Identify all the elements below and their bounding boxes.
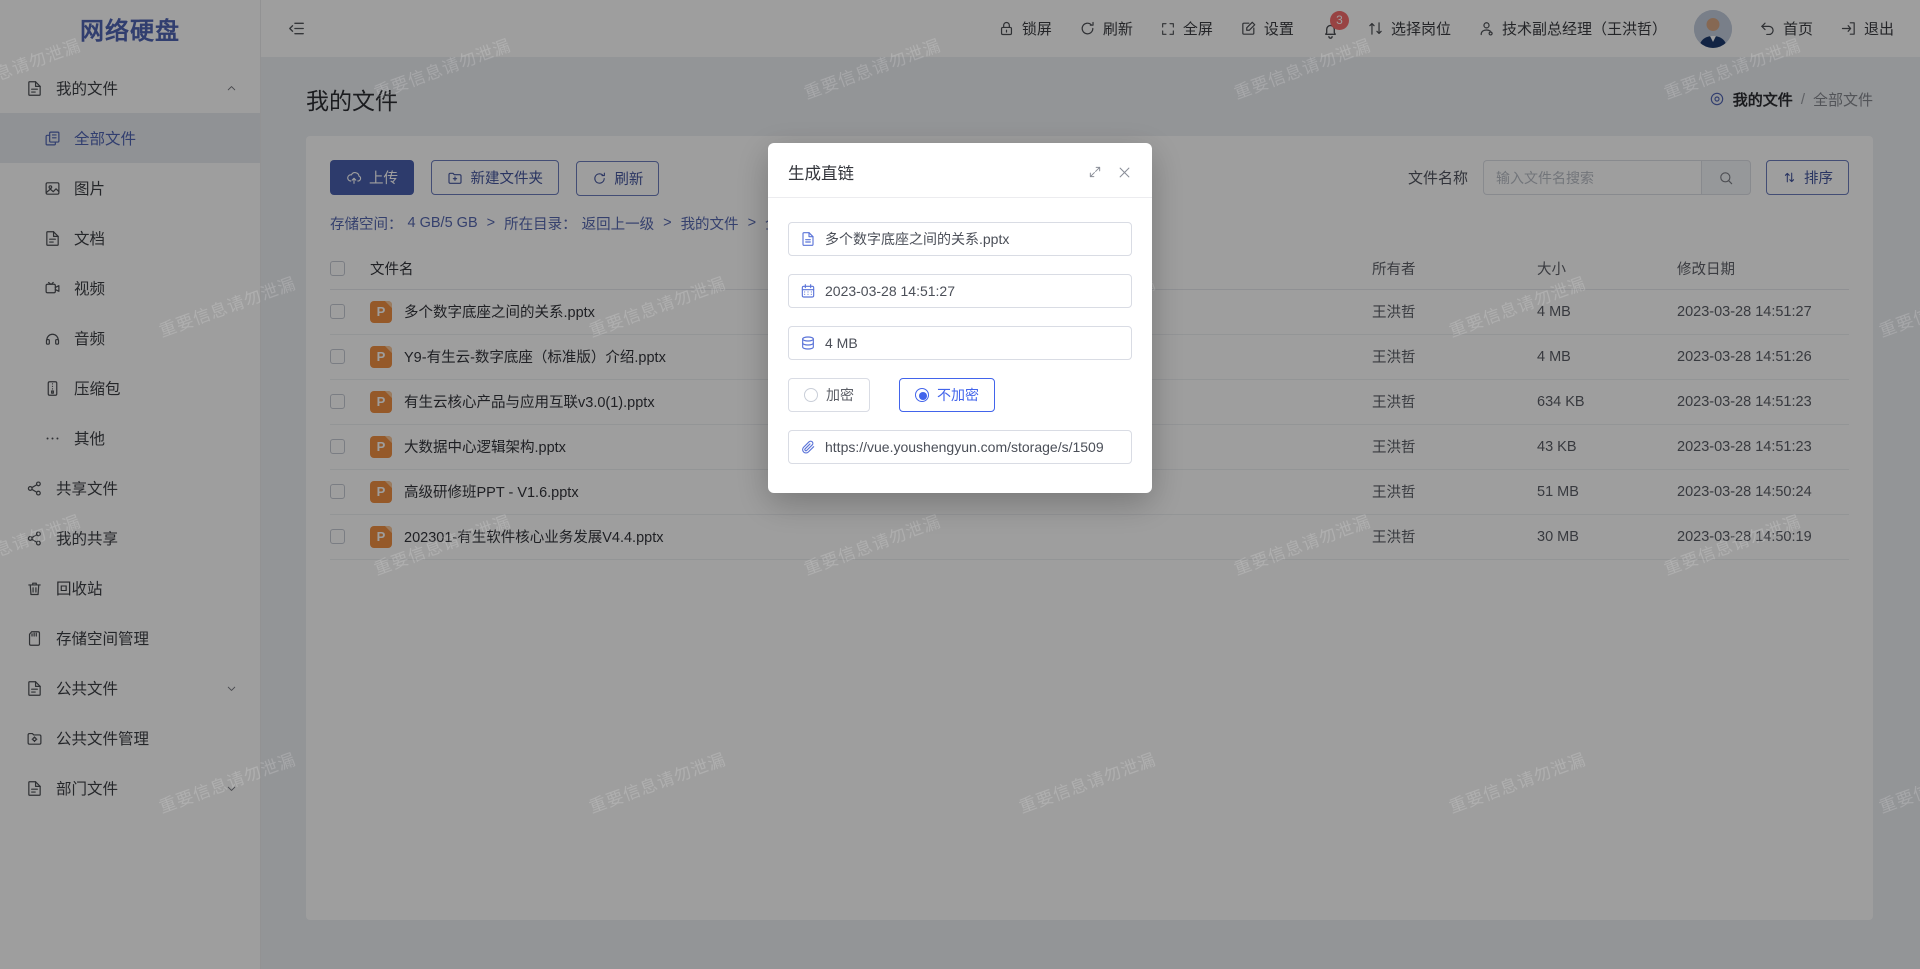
no-encrypt-label: 不加密 bbox=[937, 385, 979, 405]
maximize-icon[interactable] bbox=[1088, 165, 1102, 179]
direct-link-field[interactable]: https://vue.youshengyun.com/storage/s/15… bbox=[788, 430, 1132, 464]
close-icon[interactable] bbox=[1117, 165, 1132, 180]
direct-link-value: https://vue.youshengyun.com/storage/s/15… bbox=[825, 439, 1104, 455]
dialog-title: 生成直链 bbox=[788, 160, 854, 184]
link-file-name-field[interactable]: 多个数字底座之间的关系.pptx bbox=[788, 222, 1132, 256]
link-modified-time-field[interactable]: 2023-03-28 14:51:27 bbox=[788, 274, 1132, 308]
file-icon bbox=[800, 231, 816, 247]
link-modified-time-value: 2023-03-28 14:51:27 bbox=[825, 283, 955, 299]
generate-link-dialog: 生成直链 多个数字底座之间的关系.pptx 2023-03-28 14:51:2… bbox=[768, 143, 1152, 493]
radio-selected-icon bbox=[915, 388, 929, 402]
encrypt-radio[interactable]: 加密 bbox=[788, 378, 870, 412]
encrypt-label: 加密 bbox=[826, 385, 854, 405]
link-file-size-value: 4 MB bbox=[825, 335, 858, 351]
link-file-name-value: 多个数字底座之间的关系.pptx bbox=[825, 229, 1009, 249]
encrypt-options: 加密 不加密 bbox=[788, 378, 1132, 412]
radio-unselected-icon bbox=[804, 388, 818, 402]
no-encrypt-radio[interactable]: 不加密 bbox=[899, 378, 995, 412]
calendar-icon bbox=[800, 283, 816, 299]
link-file-size-field[interactable]: 4 MB bbox=[788, 326, 1132, 360]
paperclip-icon bbox=[800, 439, 816, 455]
database-icon bbox=[800, 335, 816, 351]
